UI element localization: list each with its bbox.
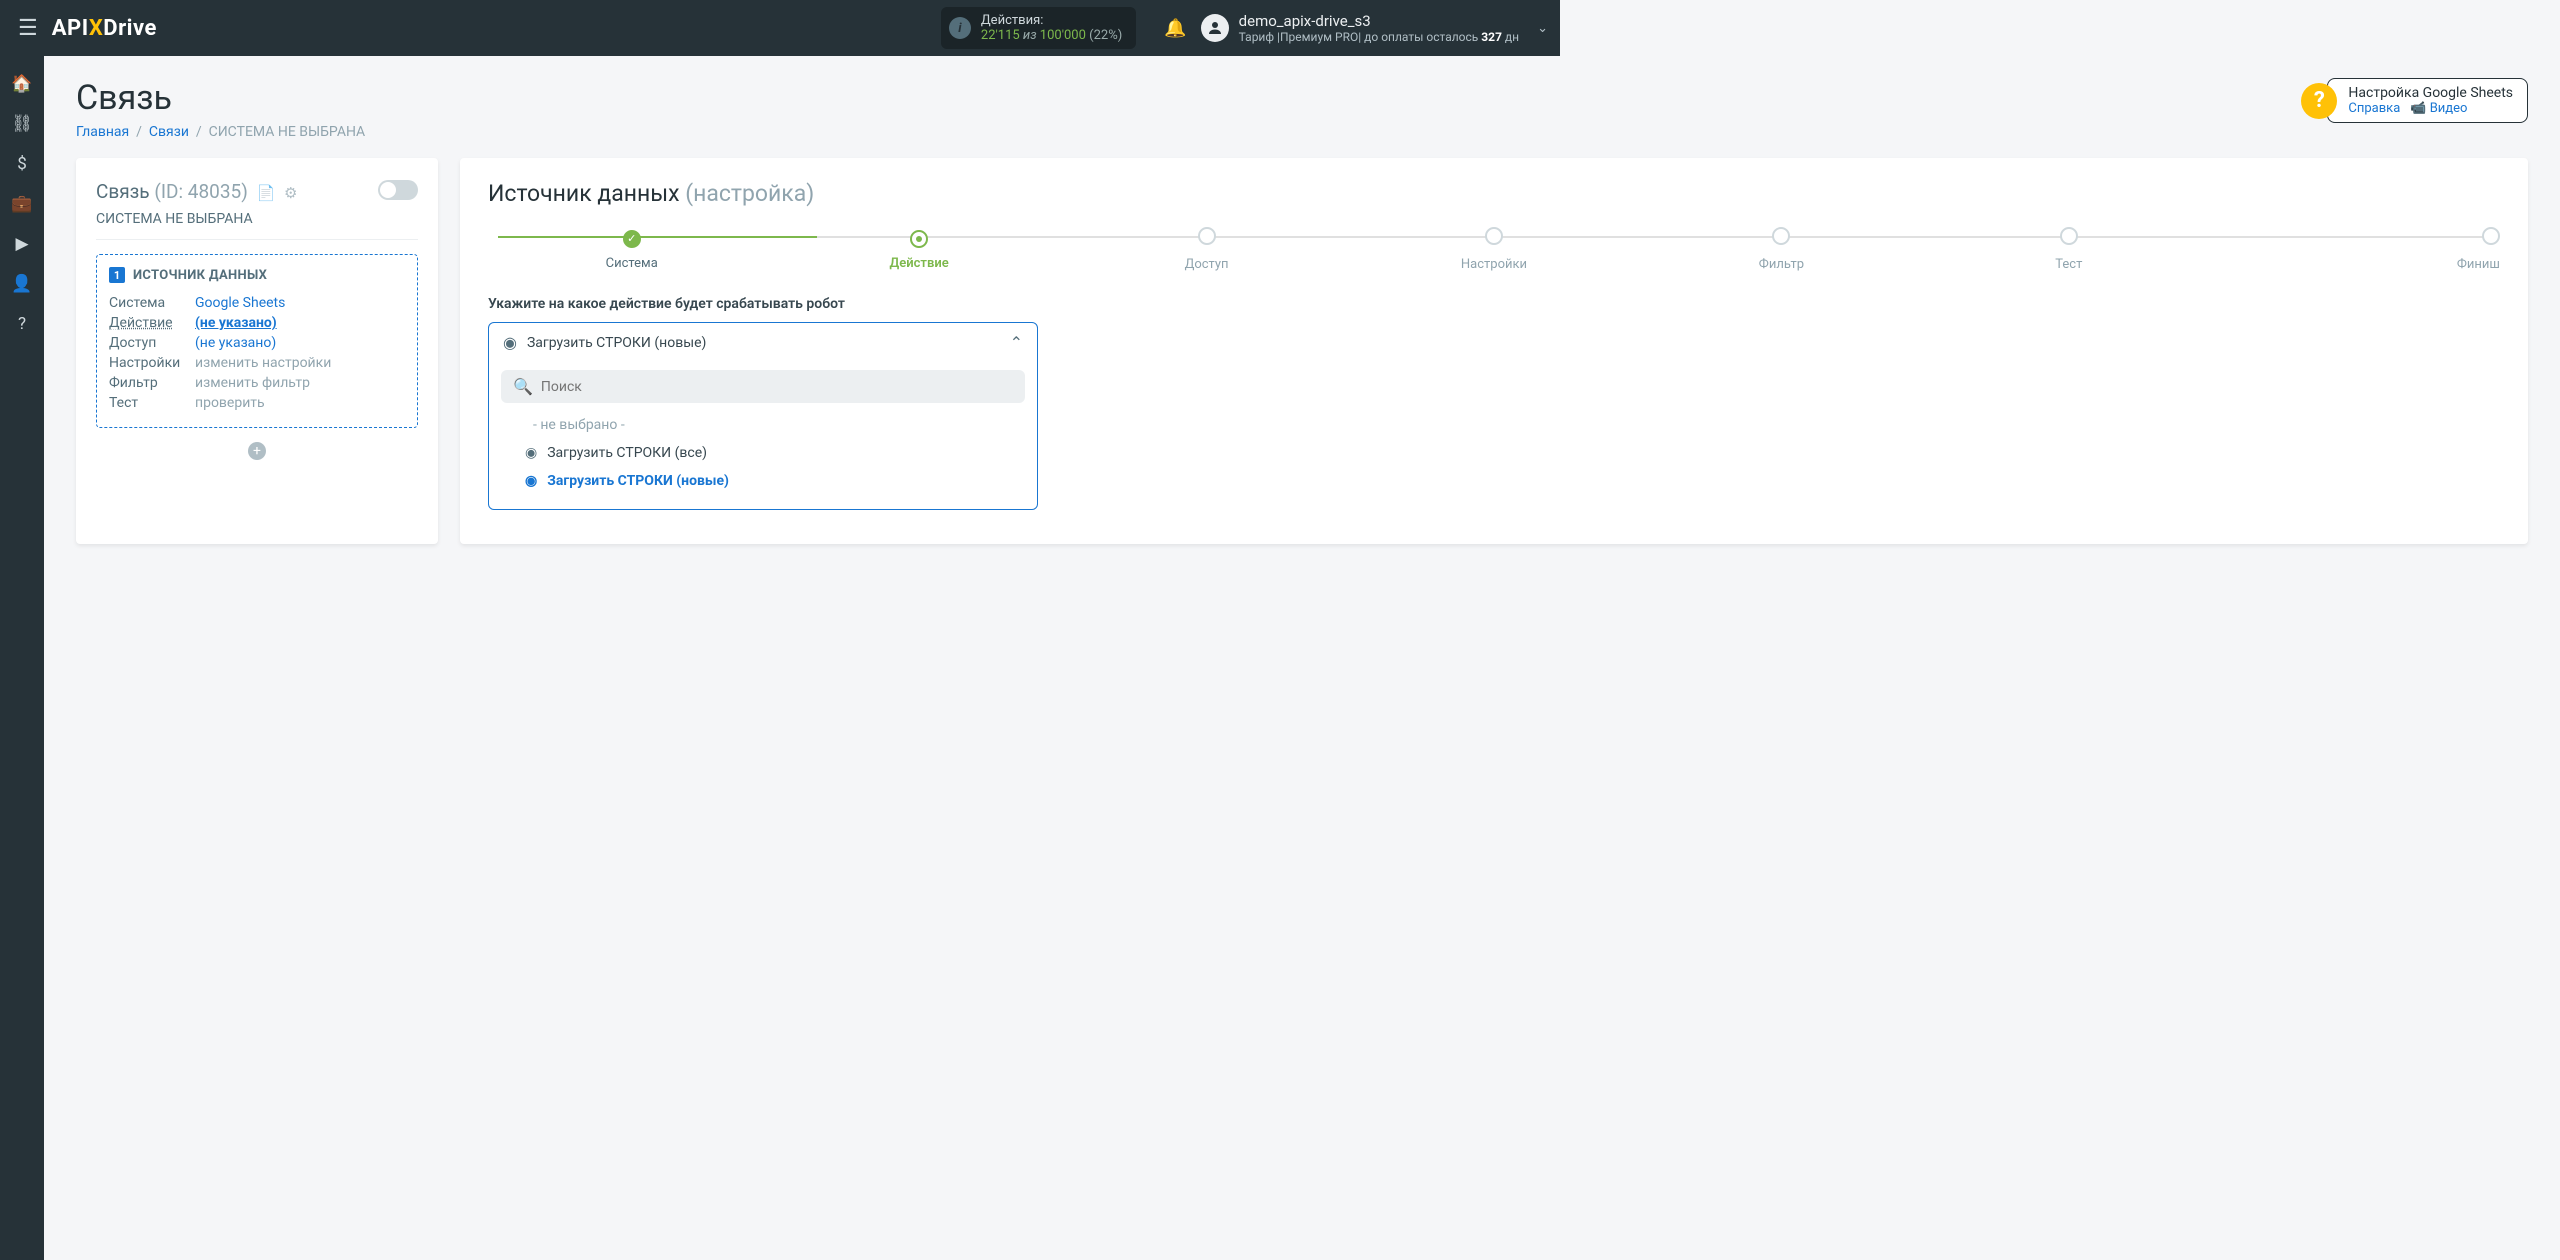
help-icon[interactable]: ? bbox=[18, 314, 26, 334]
action-dropdown: ◉ Загрузить СТРОКИ (новые) ⌃ 🔍 - не выбр… bbox=[488, 322, 1038, 510]
sitemap-icon[interactable]: ⛓ bbox=[11, 114, 33, 134]
conn-id: (ID: 48035) bbox=[154, 180, 247, 203]
dropdown-search[interactable]: 🔍 bbox=[501, 370, 1025, 403]
user-name: demo_apix-drive_s3 bbox=[1239, 12, 1519, 30]
row-action-val[interactable]: (не указано) bbox=[195, 315, 277, 331]
actions-percent: (22%) bbox=[1089, 28, 1122, 43]
stepper: ✓Система Действие Доступ Настройки Фильт… bbox=[488, 227, 2500, 272]
left-rail: 🏠 ⛓ $ 💼 ▶ 👤 ? bbox=[0, 56, 44, 1260]
main: Связь Главная / Связи / СИСТЕМА НЕ ВЫБРА… bbox=[44, 56, 2560, 1260]
help-bubble: ? Настройка Google Sheets Справка 📹 Виде… bbox=[2301, 78, 2528, 123]
chevron-up-icon: ⌃ bbox=[1010, 333, 1023, 352]
enable-toggle[interactable] bbox=[378, 180, 418, 200]
dropdown-selected: Загрузить СТРОКИ (новые) bbox=[527, 335, 706, 351]
user-icon[interactable]: 👤 bbox=[11, 274, 32, 294]
user-block[interactable]: demo_apix-drive_s3 Тариф |Премиум PRO| д… bbox=[1201, 12, 1548, 44]
source-title: ИСТОЧНИК ДАННЫХ bbox=[133, 268, 267, 283]
row-filter-val[interactable]: изменить фильтр bbox=[195, 375, 310, 391]
search-input[interactable] bbox=[541, 379, 1013, 395]
breadcrumb: Главная / Связи / СИСТЕМА НЕ ВЫБРАНА bbox=[76, 124, 2528, 140]
logo[interactable]: APIXDrive bbox=[52, 16, 157, 41]
step-test[interactable]: Тест bbox=[1925, 227, 2212, 272]
actions-pill[interactable]: i Действия: 22'115 из 100'000 (22%) bbox=[941, 7, 1136, 49]
actions-total: 100'000 bbox=[1040, 28, 1086, 43]
config-title-dim: (настройка) bbox=[685, 180, 814, 207]
copy-icon[interactable]: 📄 bbox=[257, 184, 276, 202]
youtube-icon[interactable]: ▶ bbox=[15, 234, 28, 254]
bell-icon[interactable]: 🔔 bbox=[1164, 18, 1186, 39]
step-settings[interactable]: Настройки bbox=[1350, 227, 1637, 272]
connection-card: Связь (ID: 48035) 📄 ⚙ СИСТЕМА НЕ ВЫБРАНА… bbox=[76, 158, 438, 544]
help-question-icon[interactable]: ? bbox=[2301, 83, 2337, 119]
config-title: Источник данных bbox=[488, 180, 680, 207]
user-days: 327 bbox=[1481, 30, 1502, 44]
briefcase-icon[interactable]: 💼 bbox=[11, 194, 32, 214]
actions-label: Действия: bbox=[981, 13, 1122, 28]
breadcrumb-links[interactable]: Связи bbox=[149, 124, 189, 140]
row-access-val[interactable]: (не указано) bbox=[195, 335, 276, 351]
help-video-link[interactable]: 📹 Видео bbox=[2410, 101, 2467, 116]
play-icon: ◉ bbox=[525, 445, 537, 461]
gear-icon[interactable]: ⚙ bbox=[284, 184, 297, 202]
row-system-key: Система bbox=[109, 295, 195, 311]
row-settings-val[interactable]: изменить настройки bbox=[195, 355, 331, 371]
breadcrumb-home[interactable]: Главная bbox=[76, 124, 129, 140]
user-plan: Тариф |Премиум PRO| до оплаты осталось bbox=[1239, 30, 1482, 44]
row-filter-key: Фильтр bbox=[109, 375, 195, 391]
add-destination-button[interactable]: + bbox=[248, 442, 266, 460]
help-doc-link[interactable]: Справка bbox=[2348, 101, 2400, 116]
chevron-down-icon[interactable]: ⌄ bbox=[1537, 21, 1548, 36]
row-test-key: Тест bbox=[109, 395, 195, 411]
option-none[interactable]: - не выбрано - bbox=[501, 411, 1025, 439]
breadcrumb-current: СИСТЕМА НЕ ВЫБРАНА bbox=[209, 124, 366, 140]
logo-api: API bbox=[52, 16, 89, 41]
actions-used: 22'115 bbox=[981, 28, 1020, 43]
user-days-suffix: дн bbox=[1502, 30, 1519, 44]
dropdown-toggle[interactable]: ◉ Загрузить СТРОКИ (новые) ⌃ bbox=[489, 323, 1037, 362]
step-action[interactable]: Действие bbox=[775, 227, 1062, 271]
step-finish[interactable]: Финиш bbox=[2213, 227, 2500, 272]
row-access-key: Доступ bbox=[109, 335, 195, 351]
row-test-val[interactable]: проверить bbox=[195, 395, 265, 411]
row-action-key: Действие bbox=[109, 315, 195, 331]
header: ☰ APIXDrive i Действия: 22'115 из 100'00… bbox=[0, 0, 1560, 56]
help-title: Настройка Google Sheets bbox=[2348, 85, 2513, 101]
play-icon: ◉ bbox=[503, 333, 517, 352]
logo-drive: Drive bbox=[103, 16, 157, 41]
home-icon[interactable]: 🏠 bbox=[11, 74, 32, 94]
row-system-val[interactable]: Google Sheets bbox=[195, 295, 285, 311]
conn-sub: СИСТЕМА НЕ ВЫБРАНА bbox=[96, 211, 418, 227]
step-filter[interactable]: Фильтр bbox=[1638, 227, 1925, 272]
option-new[interactable]: ◉Загрузить СТРОКИ (новые) bbox=[501, 467, 1025, 495]
row-settings-key: Настройки bbox=[109, 355, 195, 371]
menu-icon[interactable]: ☰ bbox=[12, 10, 44, 47]
page-title: Связь bbox=[76, 78, 2528, 118]
avatar-icon bbox=[1201, 14, 1229, 42]
dollar-icon[interactable]: $ bbox=[17, 154, 27, 174]
source-number: 1 bbox=[109, 267, 125, 283]
option-all[interactable]: ◉Загрузить СТРОКИ (все) bbox=[501, 439, 1025, 467]
step-access[interactable]: Доступ bbox=[1063, 227, 1350, 272]
action-prompt: Укажите на какое действие будет срабатыв… bbox=[488, 296, 2500, 312]
actions-of: из bbox=[1020, 28, 1040, 43]
config-card: Источник данных (настройка) ✓Система Дей… bbox=[460, 158, 2528, 544]
info-icon: i bbox=[949, 17, 971, 39]
conn-title: Связь bbox=[96, 180, 150, 203]
play-icon: ◉ bbox=[525, 473, 537, 489]
search-icon: 🔍 bbox=[513, 377, 533, 396]
logo-x: X bbox=[89, 16, 103, 41]
source-box: 1 ИСТОЧНИК ДАННЫХ СистемаGoogle Sheets Д… bbox=[96, 254, 418, 428]
step-system[interactable]: ✓Система bbox=[488, 227, 775, 271]
